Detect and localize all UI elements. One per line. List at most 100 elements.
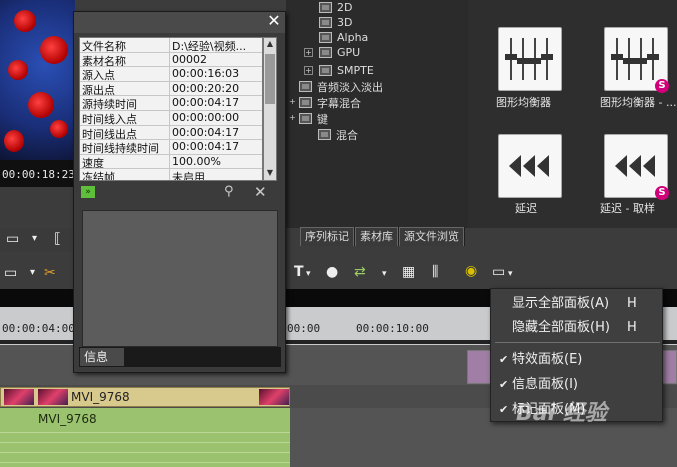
effect-tile[interactable] (498, 134, 562, 198)
eq-icon (505, 38, 553, 80)
table-row[interactable]: 源出点 00:00:20:20 (80, 81, 262, 97)
pin-icon[interactable]: ⚲ (224, 184, 234, 199)
table-row[interactable]: 时间线入点 00:00:00:00 (80, 110, 262, 126)
tree-item[interactable]: + 字幕混合 (289, 95, 361, 110)
preview-monitor (0, 0, 75, 187)
table-row[interactable]: 时间线持续时间 00:00:04:17 (80, 140, 262, 155)
expand-icon[interactable]: + (289, 98, 296, 107)
effect-label: 图形均衡器 (496, 96, 551, 109)
folder-icon (319, 17, 332, 28)
mode-icon[interactable]: ▭ (4, 265, 17, 281)
scroll-thumb[interactable] (265, 54, 275, 104)
menu-separator (495, 342, 660, 343)
effect-tile[interactable]: S (604, 27, 669, 93)
delay-icon (509, 155, 549, 177)
panel-tabs: 序列标记 素材库 源文件浏览 (300, 227, 465, 246)
grid-icon[interactable]: ▦ (402, 264, 415, 280)
monitor-icon[interactable]: ▭ (6, 231, 19, 247)
effect-label: 延迟 - 取样 (600, 202, 655, 215)
title-icon (299, 97, 312, 108)
clip-thumbnail (259, 389, 289, 405)
sample-badge: S (655, 186, 669, 200)
panel-titlebar[interactable] (74, 12, 285, 33)
watermark: Bai 经验 (516, 401, 607, 426)
effect-tree: 2D 3D Alpha + GPU + SMPTE 音频淡入淡出 + 字幕混合 + 键 … (286, 0, 468, 228)
tree-item[interactable]: + SMPTE (304, 63, 374, 78)
effect-label: 图形均衡器 - ... (600, 96, 677, 109)
dropdown-icon[interactable]: ▾ (30, 267, 35, 278)
microphone-icon[interactable]: ● (326, 264, 338, 280)
dropdown-icon[interactable]: ▾ (382, 269, 387, 279)
toolbar-top-left: ▭ ▾ ⟦ (0, 228, 75, 252)
dropdown-icon[interactable]: ▾ (32, 233, 37, 244)
folder-icon (299, 81, 312, 92)
property-table: 文件名称 D:\经验\视频... 素材名称 00002 源入点 00:00:16:03… (79, 37, 263, 181)
table-row[interactable]: 源入点 00:00:16:03 (80, 67, 262, 82)
tab-sequence-markers[interactable]: 序列标记 (300, 227, 354, 246)
info-panel: ✕ 文件名称 D:\经验\视频... 素材名称 00002 源入点 00:00:16:… (73, 11, 286, 373)
sample-badge: S (655, 79, 669, 93)
video-clip[interactable]: MVI_9768 (0, 387, 290, 407)
mixer-icon[interactable]: ⫼ (432, 264, 438, 280)
scroll-down-icon[interactable]: ▼ (265, 168, 275, 178)
clip-thumbnail (38, 389, 68, 405)
folder-icon (319, 32, 332, 43)
tree-item[interactable]: 2D (304, 0, 352, 15)
ruler-tick-label: 00:00:04:00 (2, 322, 75, 335)
menu-item-info-panel[interactable]: ✔ 信息面板(I) (491, 374, 662, 395)
folder-icon (319, 65, 332, 76)
tree-item[interactable]: 混合 (318, 127, 358, 142)
audio-clip[interactable]: MVI_9768 (0, 408, 290, 467)
dropdown-icon[interactable]: ▾ (306, 269, 311, 279)
preview-image (0, 0, 75, 160)
table-row[interactable]: 素材名称 00002 (80, 52, 262, 68)
folder-icon (319, 2, 332, 13)
table-row[interactable]: 冻结帧 未启用 (80, 169, 262, 180)
panel-icon[interactable]: ▭ (492, 264, 505, 280)
menu-item-show-all-panels[interactable]: 显示全部面板(A) H (491, 293, 662, 314)
close-icon[interactable]: ✕ (266, 13, 282, 29)
table-row[interactable]: 速度 100.00% (80, 154, 262, 170)
play-icon[interactable]: » (81, 186, 95, 198)
expand-icon[interactable]: + (304, 66, 313, 75)
tree-item[interactable]: 音频淡入淡出 (289, 79, 383, 94)
color-icon[interactable]: ◉ (465, 263, 477, 279)
menu-item-hide-all-panels[interactable]: 隐藏全部面板(H) H (491, 317, 662, 338)
folder-icon (319, 47, 332, 58)
effect-tile[interactable]: S (604, 134, 669, 200)
check-icon: ✔ (499, 403, 509, 416)
table-row[interactable]: 源持续时间 00:00:04:17 (80, 96, 262, 111)
effect-tile[interactable] (498, 27, 562, 91)
ruler-tick-label: 00:00 (287, 322, 321, 335)
tree-item[interactable]: Alpha (304, 30, 368, 45)
table-row[interactable]: 时间线出点 00:00:04:17 (80, 125, 262, 141)
link-icon[interactable]: ⇄ (354, 264, 366, 280)
menu-item-effects-panel[interactable]: ✔ 特效面板(E) (491, 349, 662, 370)
info-toolbar: » ⚲ ✕ (79, 183, 279, 202)
tree-item[interactable]: + GPU (304, 45, 360, 60)
tab-source-browser[interactable]: 源文件浏览 (399, 227, 464, 246)
clip-name: MVI_9768 (71, 390, 130, 404)
tree-item[interactable]: + 键 (289, 111, 328, 126)
title-tool-icon[interactable]: T (294, 264, 304, 280)
clip-thumbnail (4, 389, 34, 405)
scrollbar[interactable]: ▲ ▼ (263, 37, 277, 181)
expand-icon[interactable]: + (289, 114, 296, 123)
folder-icon (299, 113, 312, 124)
delete-icon[interactable]: ✕ (254, 183, 267, 201)
expand-icon[interactable]: + (304, 48, 313, 57)
tab-bin[interactable]: 素材库 (355, 227, 398, 246)
info-content-area (82, 210, 278, 347)
table-row[interactable]: 文件名称 D:\经验\视频... (80, 38, 262, 53)
cut-icon[interactable]: ✂ (44, 265, 56, 281)
effect-label: 延迟 (515, 202, 537, 215)
mark-in-icon[interactable]: ⟦ (54, 231, 61, 247)
clip-name: MVI_9768 (38, 412, 97, 426)
scroll-up-icon[interactable]: ▲ (265, 39, 275, 49)
ruler-tick-label: 00:00:10:00 (356, 322, 429, 335)
tree-item[interactable]: 3D (304, 15, 352, 30)
tab-info[interactable]: 信息 (79, 347, 125, 367)
folder-icon (318, 129, 331, 140)
dropdown-icon[interactable]: ▾ (508, 269, 513, 279)
check-icon: ✔ (499, 378, 509, 391)
